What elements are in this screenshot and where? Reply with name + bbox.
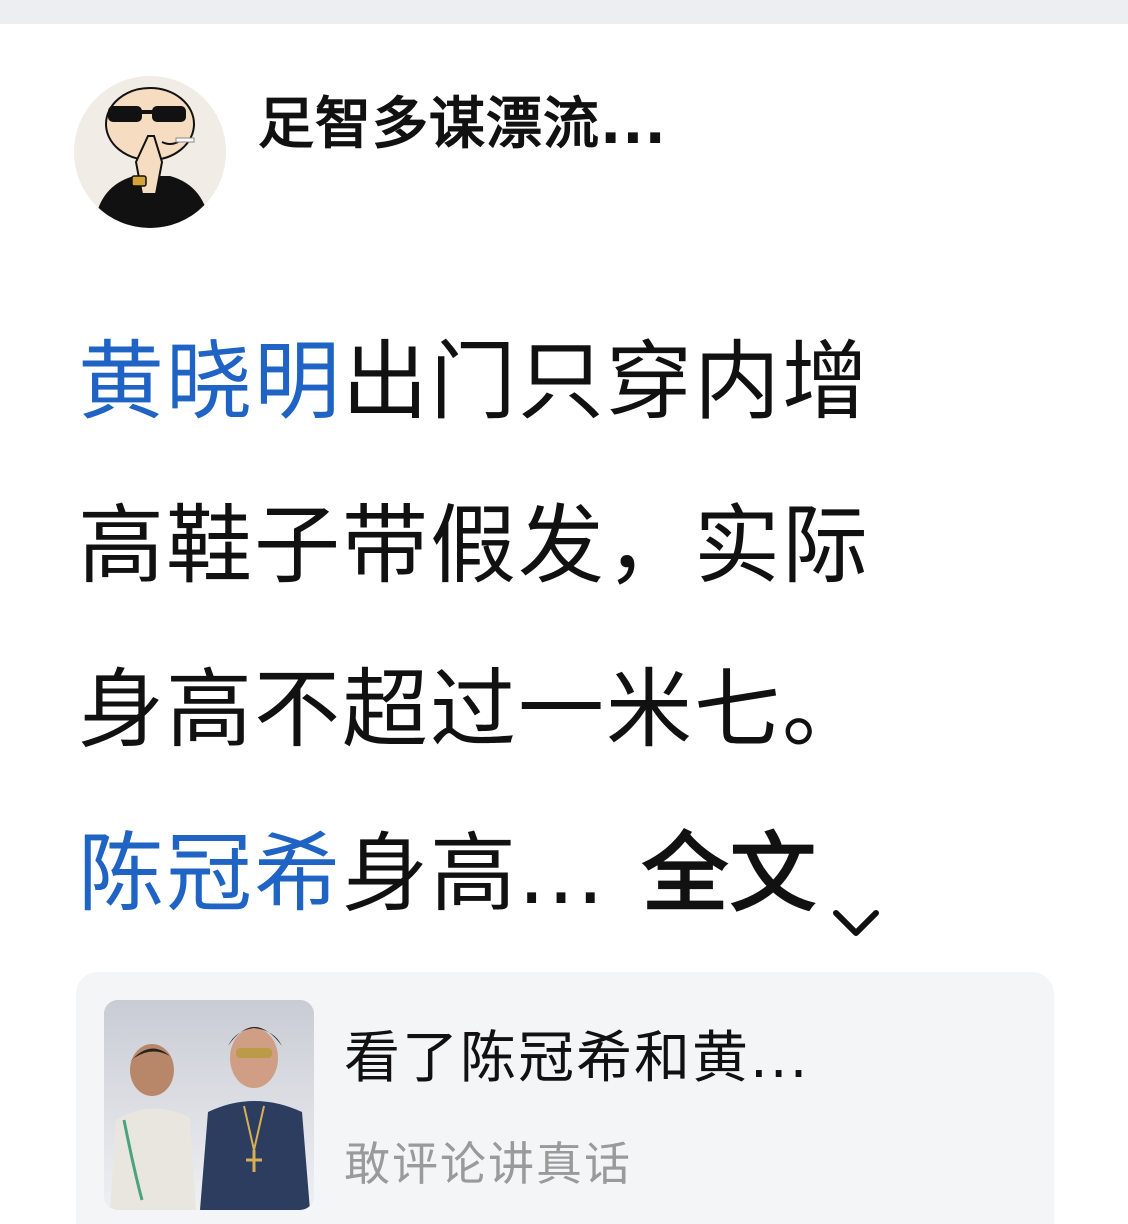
post-line-3: 身高不超过一米七。 [78, 660, 870, 760]
read-more-button[interactable]: 全文 [642, 824, 886, 936]
shared-article-card[interactable]: 看了陈冠希和黄... 敢评论讲真话 [76, 972, 1054, 1224]
post-line-text: 身高... [342, 824, 607, 924]
author-avatar[interactable] [74, 76, 226, 228]
post-line-1: 黄晓明出门只穿内增 [78, 300, 1068, 464]
article-source: 敢评论讲真话 [344, 1137, 632, 1191]
author-name[interactable]: 足智多谋漂流... [258, 90, 667, 160]
cartoon-avatar-icon [74, 76, 226, 228]
photo-thumbnail [104, 1000, 314, 1210]
article-thumbnail [104, 1000, 314, 1210]
post-line-4: 陈冠希身高... 全文 [78, 792, 1068, 956]
chevron-down-icon [826, 842, 886, 936]
top-separator [0, 0, 1128, 24]
read-more-label: 全文 [642, 824, 819, 924]
mention-link[interactable]: 陈冠希 [78, 824, 342, 924]
post-line-text: 出门只穿内增 [342, 332, 870, 432]
article-title: 看了陈冠希和黄... [344, 1026, 810, 1091]
post-line-2: 高鞋子带假发，实际 [78, 496, 870, 596]
mention-link[interactable]: 黄晓明 [78, 332, 342, 432]
post-body[interactable]: 黄晓明出门只穿内增 高鞋子带假发，实际 身高不超过一米七。 陈冠希身高... 全文 [78, 300, 1068, 956]
